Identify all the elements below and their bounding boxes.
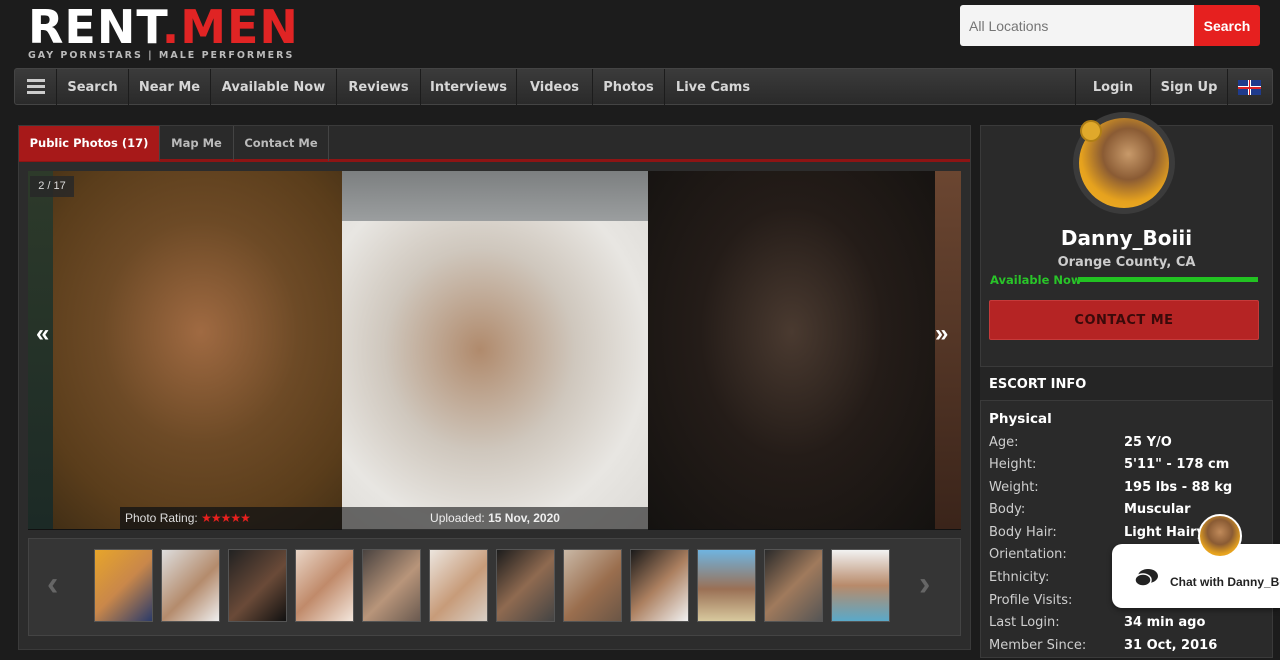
menu-button[interactable] <box>15 69 57 106</box>
availability-bar <box>1078 277 1258 282</box>
site-header: RENT.MEN GAY PORNSTARS | MALE PERFORMERS… <box>0 0 1280 68</box>
tab-public-photos[interactable]: Public Photos (17) <box>19 126 160 161</box>
info-value: Light Hairy <box>1124 525 1206 540</box>
thumbnail[interactable] <box>429 549 488 622</box>
info-value: 5'11" - 178 cm <box>1124 457 1230 472</box>
logo-tagline: GAY PORNSTARS | MALE PERFORMERS <box>28 50 295 61</box>
uploaded-label: Uploaded: <box>430 511 485 525</box>
hamburger-icon <box>27 79 45 94</box>
thumbnail[interactable] <box>228 549 287 622</box>
info-key: Orientation: <box>989 547 1067 562</box>
info-key: Last Login: <box>989 615 1060 630</box>
chat-widget[interactable]: Chat with Danny_Boiii <box>1112 544 1280 608</box>
search-button[interactable]: Search <box>1194 5 1260 46</box>
escort-info-heading: ESCORT INFO <box>980 366 1273 401</box>
info-key: Age: <box>989 435 1019 450</box>
chat-bubble-icon <box>1134 569 1158 587</box>
carousel-photo-2[interactable] <box>342 171 648 529</box>
thumbnail[interactable] <box>295 549 354 622</box>
thumbnail[interactable] <box>563 549 622 622</box>
nav-signup[interactable]: Sign Up <box>1151 69 1228 106</box>
carousel-prev-icon[interactable]: « <box>36 320 49 348</box>
profile-username: Danny_Boiii <box>1060 226 1193 250</box>
photo-carousel[interactable] <box>28 171 961 530</box>
thumbs-prev-icon[interactable]: ‹ <box>47 565 58 604</box>
info-row-member-since: Member Since: 31 Oct, 2016 <box>989 638 1269 660</box>
nav-photos[interactable]: Photos <box>593 69 665 106</box>
logo-text-rent: RENT <box>28 0 162 54</box>
profile-location[interactable]: Orange County, CA <box>980 255 1273 270</box>
thumbnail[interactable] <box>362 549 421 622</box>
info-row-last-login: Last Login: 34 min ago <box>989 615 1269 637</box>
info-value: 34 min ago <box>1124 615 1206 630</box>
nav-near-me[interactable]: Near Me <box>129 69 211 106</box>
carousel-photo-1[interactable] <box>28 171 342 529</box>
info-value: 31 Oct, 2016 <box>1124 638 1218 653</box>
thumbnail[interactable] <box>496 549 555 622</box>
uk-flag-icon[interactable] <box>1238 80 1261 95</box>
carousel-photo-3[interactable] <box>648 171 935 529</box>
nav-search[interactable]: Search <box>57 69 129 106</box>
info-key: Profile Visits: <box>989 593 1073 608</box>
nav-available-now[interactable]: Available Now <box>211 69 337 106</box>
contact-me-button[interactable]: CONTACT ME <box>989 300 1259 340</box>
thumbnail[interactable] <box>161 549 220 622</box>
info-value: 195 lbs - 88 kg <box>1124 480 1233 495</box>
uploaded-date: 15 Nov, 2020 <box>488 511 560 525</box>
thumbnail-strip: ‹ › <box>28 538 961 636</box>
photo-rating: Photo Rating: ★★★★★ <box>120 507 342 530</box>
photo-edge-left <box>28 171 53 529</box>
thumbnail[interactable] <box>630 549 689 622</box>
info-value: Muscular <box>1124 502 1191 517</box>
info-value: 25 Y/O <box>1124 435 1172 450</box>
info-key: Weight: <box>989 480 1039 495</box>
info-key: Ethnicity: <box>989 570 1050 585</box>
thumbs-next-icon[interactable]: › <box>919 565 930 604</box>
carousel-photo-edge-right <box>935 171 961 529</box>
chat-label: Chat with Danny_Boiii <box>1170 575 1280 589</box>
main-nav: Search Near Me Available Now Reviews Int… <box>14 68 1273 106</box>
info-row-weight: Weight: 195 lbs - 88 kg <box>989 480 1269 502</box>
thumbnail[interactable] <box>831 549 890 622</box>
location-search-input[interactable] <box>960 5 1194 46</box>
physical-heading: Physical <box>989 411 1052 427</box>
nav-videos[interactable]: Videos <box>517 69 593 106</box>
tab-map-me[interactable]: Map Me <box>160 126 234 161</box>
photo-uploaded: Uploaded: 15 Nov, 2020 <box>342 507 648 530</box>
photo-rating-label: Photo Rating: <box>125 511 198 525</box>
thumbnail[interactable] <box>94 549 153 622</box>
tab-contact-me[interactable]: Contact Me <box>234 126 329 161</box>
availability-status: Available Now <box>990 273 1082 287</box>
thumbnail[interactable] <box>764 549 823 622</box>
photo-counter: 2 / 17 <box>30 176 74 197</box>
medal-icon <box>1080 120 1102 142</box>
info-key: Body Hair: <box>989 525 1057 540</box>
logo-text-men: .MEN <box>161 0 299 54</box>
info-row-height: Height: 5'11" - 178 cm <box>989 457 1269 479</box>
info-key: Height: <box>989 457 1037 472</box>
nav-interviews[interactable]: Interviews <box>421 69 517 106</box>
info-key: Member Since: <box>989 638 1087 653</box>
nav-live-cams[interactable]: Live Cams <box>665 69 761 106</box>
location-search: Search <box>960 5 1260 46</box>
carousel-next-icon[interactable]: » <box>935 320 948 348</box>
profile-tabs: Public Photos (17) Map Me Contact Me <box>19 126 970 162</box>
info-row-age: Age: 25 Y/O <box>989 435 1269 457</box>
photo-headboard <box>342 171 648 221</box>
nav-login[interactable]: Login <box>1075 69 1151 106</box>
star-rating-icon[interactable]: ★★★★★ <box>201 511 251 525</box>
site-logo[interactable]: RENT.MEN GAY PORNSTARS | MALE PERFORMERS <box>28 4 299 61</box>
thumbnail[interactable] <box>697 549 756 622</box>
chat-avatar[interactable] <box>1198 514 1242 558</box>
nav-reviews[interactable]: Reviews <box>337 69 421 106</box>
info-key: Body: <box>989 502 1026 517</box>
